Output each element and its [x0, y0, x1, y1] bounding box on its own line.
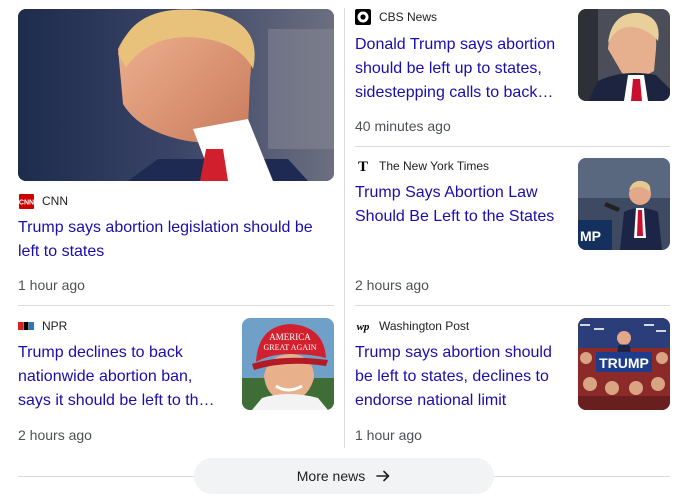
story-headline: Donald Trump says abortion should be lef… — [355, 36, 556, 101]
svg-text:CNN: CNN — [19, 199, 34, 206]
story-time: 1 hour ago — [18, 277, 85, 293]
story-headline: Trump says abortion should be left to st… — [355, 344, 552, 409]
podium-text: MP — [580, 228, 601, 244]
nyt-logo-icon: T — [355, 158, 371, 174]
row-divider-left — [18, 305, 334, 306]
story-source: NPR — [18, 318, 67, 334]
sign-text: TRUMP — [599, 355, 649, 371]
source-name: CNN — [42, 194, 68, 208]
story-thumbnail: MP — [578, 158, 670, 250]
story-thumbnail: TRUMP — [578, 318, 670, 410]
svg-text:T: T — [358, 159, 368, 174]
story-thumbnail — [578, 9, 670, 101]
source-name: The New York Times — [379, 159, 490, 173]
arrow-right-icon — [375, 468, 391, 484]
cbs-eye-logo-icon — [355, 9, 371, 25]
row-divider-right-2 — [355, 305, 670, 306]
more-news-label: More news — [296, 468, 366, 484]
story-image — [18, 9, 334, 181]
story-headline: Trump declines to back nationwide aborti… — [18, 344, 215, 409]
story-source: T The New York Times — [355, 158, 489, 174]
story-source: wp Washington Post — [355, 318, 470, 334]
news-card-cbs[interactable]: CBS News Donald Trump says abortion shou… — [355, 9, 670, 139]
cnn-logo-icon: CNN — [18, 193, 34, 209]
hat-text-line-1: AMERICA — [269, 332, 311, 342]
story-time: 1 hour ago — [355, 427, 422, 443]
news-card-nyt[interactable]: T The New York Times Trump Says Abortion… — [355, 158, 670, 298]
row-divider-right-1 — [355, 146, 670, 147]
source-name: Washington Post — [379, 319, 470, 333]
wapo-logo-icon: wp — [355, 318, 371, 334]
more-news-button[interactable]: More news — [194, 458, 494, 494]
svg-text:wp: wp — [357, 321, 370, 333]
source-name: NPR — [42, 319, 68, 333]
news-card-cnn[interactable]: CNN CNN Trump says abortion legislation … — [18, 9, 334, 299]
hat-text-line-2: GREAT AGAIN — [264, 343, 317, 352]
story-thumbnail: AMERICA GREAT AGAIN — [242, 318, 334, 410]
story-time: 2 hours ago — [18, 427, 92, 443]
news-card-wapo[interactable]: wp Washington Post Trump says abortion s… — [355, 318, 670, 448]
story-headline: Trump Says Abortion Law Should Be Left t… — [355, 184, 555, 225]
story-source: CBS News — [355, 9, 437, 25]
column-divider — [344, 8, 345, 448]
story-time: 2 hours ago — [355, 277, 429, 293]
story-headline: Trump says abortion legislation should b… — [18, 219, 313, 260]
npr-logo-icon — [18, 318, 34, 334]
news-card-npr[interactable]: NPR Trump declines to back nationwide ab… — [18, 318, 334, 448]
story-source: CNN CNN — [18, 193, 68, 209]
source-name: CBS News — [379, 10, 438, 24]
story-time: 40 minutes ago — [355, 118, 451, 134]
